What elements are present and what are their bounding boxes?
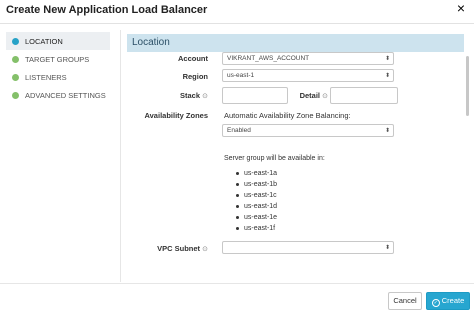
stack-label-text: Stack [180,91,201,100]
chevron-updown-icon: ⬍ [384,73,390,79]
detail-label: Detail ⊙ [296,91,328,100]
sidebar-item-advanced-settings[interactable]: ADVANCED SETTINGS [6,86,110,104]
az-balancing-label: Automatic Availability Zone Balancing: [224,111,351,120]
sidebar-item-label: ADVANCED SETTINGS [25,90,106,100]
sidebar-item-label: LOCATION [25,36,63,46]
sidebar-item-label: TARGET GROUPS [25,54,90,64]
list-item: us-east-1a [236,168,277,179]
detail-input[interactable] [330,87,398,104]
help-icon[interactable]: ⊙ [202,246,208,253]
step-status-icon [12,37,19,45]
sidebar-item-listeners[interactable]: LISTENERS [6,68,110,86]
server-group-note: Server group will be available in: [224,155,325,162]
az-balancing-select[interactable]: Enabled ⬍ [222,124,394,137]
region-select-value: us-east-1 [227,72,255,79]
list-item: us-east-1d [236,201,277,212]
region-label: Region [182,72,208,81]
sidebar-divider [120,30,121,282]
sidebar-item-target-groups[interactable]: TARGET GROUPS [6,50,110,68]
chevron-updown-icon: ⬍ [384,245,390,251]
step-status-icon [12,55,19,63]
vpc-subnet-label-text: VPC Subnet [157,244,201,253]
stack-label: Stack ⊙ [150,91,208,100]
close-icon[interactable]: × [453,1,469,17]
step-status-icon [12,73,19,81]
az-balancing-value: Enabled [227,127,251,134]
chevron-updown-icon: ⬍ [384,128,390,134]
chevron-updown-icon: ⬍ [384,56,390,62]
dialog-header: Create New Application Load Balancer × [0,0,474,24]
cancel-button[interactable]: Cancel [388,292,422,310]
section-title: Location [132,37,170,48]
list-item: us-east-1f [236,223,277,234]
vpc-subnet-label: VPC Subnet ⊙ [150,244,208,253]
wizard-sidebar: LOCATION TARGET GROUPS LISTENERS ADVANCE… [6,32,110,104]
stack-input[interactable] [222,87,288,104]
list-item: us-east-1b [236,179,277,190]
check-circle-icon: ✓ [431,299,440,307]
sidebar-item-location[interactable]: LOCATION [6,32,110,50]
account-label: Account [178,54,208,63]
footer-divider [0,283,474,284]
list-item: us-east-1c [236,190,277,201]
dialog-title: Create New Application Load Balancer [6,4,208,16]
scrollbar-thumb[interactable] [466,56,469,116]
help-icon[interactable]: ⊙ [202,93,208,100]
region-select[interactable]: us-east-1 ⬍ [222,69,394,82]
list-item: us-east-1e [236,212,277,223]
account-select-value: VIKRANT_AWS_ACCOUNT [227,55,310,62]
step-status-icon [12,91,19,99]
detail-label-text: Detail [299,91,321,100]
zone-list: us-east-1a us-east-1b us-east-1c us-east… [236,168,277,234]
sidebar-item-label: LISTENERS [25,72,67,82]
help-icon[interactable]: ⊙ [322,93,328,100]
availability-zones-label: Availability Zones [144,111,209,120]
section-header: Location [127,34,464,52]
vpc-subnet-select[interactable]: ⬍ [222,241,394,254]
create-button-label: Create [441,296,465,305]
create-button[interactable]: ✓ Create [426,292,470,310]
account-select[interactable]: VIKRANT_AWS_ACCOUNT ⬍ [222,52,394,65]
